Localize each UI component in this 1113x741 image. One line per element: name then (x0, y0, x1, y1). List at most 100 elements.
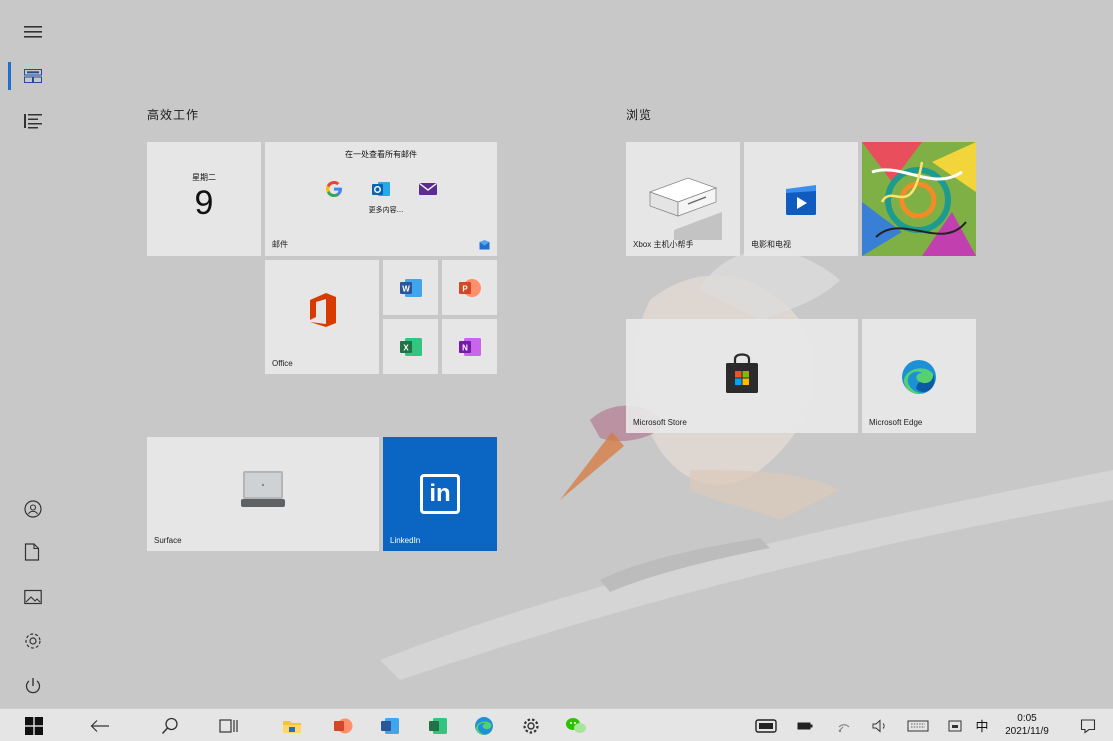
documents-button[interactable] (0, 530, 72, 574)
onenote-tile[interactable]: N (442, 319, 497, 374)
taskbar-file-explorer[interactable] (272, 709, 312, 741)
windows-logo-icon (25, 716, 43, 735)
movies-tv-tile[interactable]: 电影和电视 (744, 142, 858, 256)
xbox-companion-tile[interactable]: Xbox 主机小帮手 (626, 142, 740, 256)
paint-art-tile[interactable] (862, 142, 976, 256)
taskbar-edge[interactable] (464, 709, 504, 741)
user-icon (24, 500, 42, 518)
excel-icon (429, 717, 447, 734)
task-view-button[interactable] (208, 709, 248, 741)
onenote-icon: N (458, 337, 481, 356)
wifi-icon (838, 723, 850, 732)
power-icon (25, 678, 41, 694)
search-button[interactable] (150, 709, 190, 741)
word-icon (381, 717, 399, 734)
start-button[interactable] (14, 709, 54, 741)
taskbar: 中 0:05 2021/11/9 (0, 708, 1113, 741)
office-label: Office (272, 359, 293, 368)
tray-clock[interactable]: 0:05 2021/11/9 (996, 712, 1058, 740)
back-arrow-icon (90, 719, 109, 732)
outlook-icon (372, 182, 390, 196)
power-button[interactable] (0, 664, 72, 708)
settings-button[interactable] (0, 619, 72, 663)
powerpoint-icon (334, 718, 353, 733)
mail-more: 更多内容... (368, 206, 404, 214)
wechat-icon (566, 717, 586, 733)
svg-text:W: W (402, 284, 410, 293)
microsoft-edge-tile[interactable]: Microsoft Edge (862, 319, 976, 433)
clock-time: 0:05 (1017, 713, 1037, 724)
movies-tv-icon (786, 185, 816, 215)
tablet-icon (948, 720, 962, 731)
taskbar-settings[interactable] (511, 709, 551, 741)
linkedin-logo: in (420, 474, 460, 514)
surface-device-icon (241, 471, 285, 507)
microsoft-store-tile[interactable]: Microsoft Store (626, 319, 858, 433)
speaker-icon (872, 718, 885, 733)
gear-icon (523, 717, 539, 734)
surface-tile[interactable]: Surface (147, 437, 379, 551)
office-tile[interactable]: Office (265, 260, 379, 374)
movies-tv-label: 电影和电视 (751, 240, 791, 249)
mail-badge-icon (479, 240, 490, 250)
mail-header: 在一处查看所有邮件 (345, 150, 417, 159)
tray-touch-keyboard[interactable] (905, 709, 931, 741)
document-icon (24, 543, 40, 561)
word-icon: W (399, 278, 422, 297)
pinned-tiles-button[interactable] (0, 54, 72, 98)
excel-tile[interactable]: X (383, 319, 438, 374)
tiles-icon (24, 69, 42, 83)
mail-envelope-icon (419, 182, 437, 195)
battery-icon (797, 722, 813, 729)
taskbar-word[interactable] (370, 709, 410, 741)
surface-label: Surface (154, 536, 182, 545)
start-rail (0, 0, 72, 708)
svg-text:P: P (462, 284, 468, 293)
mail-tile[interactable]: 在一处查看所有邮件 更多内容... 邮件 (265, 142, 497, 256)
taskbar-powerpoint[interactable] (323, 709, 363, 741)
tray-network[interactable] (832, 709, 858, 741)
group-title-productivity[interactable]: 高效工作 (147, 106, 199, 123)
expand-button[interactable] (0, 10, 72, 54)
action-center-button[interactable] (1075, 709, 1101, 741)
linkedin-tile[interactable]: in LinkedIn (383, 437, 497, 551)
search-icon (161, 717, 178, 734)
pictures-icon (24, 589, 42, 605)
taskbar-excel[interactable] (418, 709, 458, 741)
excel-icon: X (399, 337, 422, 356)
tray-tablet-mode[interactable] (942, 709, 968, 741)
tray-ime-indicator[interactable]: 中 (969, 709, 995, 741)
office-logo-icon (310, 293, 336, 327)
store-bag-icon (726, 353, 758, 393)
hamburger-icon (24, 26, 42, 38)
calendar-tile[interactable]: 星期二 9 (147, 142, 261, 256)
clock-date: 2021/11/9 (1005, 726, 1049, 737)
task-view-icon (219, 718, 238, 733)
powerpoint-tile[interactable]: P (442, 260, 497, 315)
tray-volume[interactable] (867, 709, 893, 741)
microsoft-edge-label: Microsoft Edge (869, 418, 923, 427)
xbox-console-icon (648, 177, 722, 240)
google-icon (326, 181, 342, 197)
file-explorer-icon (283, 720, 301, 733)
mail-label: 邮件 (272, 240, 288, 249)
list-icon (24, 114, 42, 129)
powerpoint-icon: P (458, 278, 481, 297)
account-button[interactable] (0, 487, 72, 531)
tray-battery[interactable] (792, 709, 818, 741)
taskbar-wechat[interactable] (556, 709, 596, 741)
edge-browser-icon (902, 360, 936, 394)
edge-browser-icon (475, 716, 493, 735)
tray-keyboard-layout[interactable] (753, 709, 779, 741)
calendar-day: 9 (194, 184, 214, 222)
group-title-explore[interactable]: 浏览 (626, 106, 652, 123)
all-apps-button[interactable] (0, 99, 72, 143)
gear-icon (25, 633, 41, 649)
colorful-artwork-image (862, 142, 976, 256)
notification-icon (1080, 718, 1096, 734)
pictures-button[interactable] (0, 575, 72, 619)
back-button[interactable] (80, 709, 120, 741)
keyboard-icon (755, 718, 777, 733)
word-tile[interactable]: W (383, 260, 438, 315)
touch-keyboard-icon (907, 720, 929, 731)
